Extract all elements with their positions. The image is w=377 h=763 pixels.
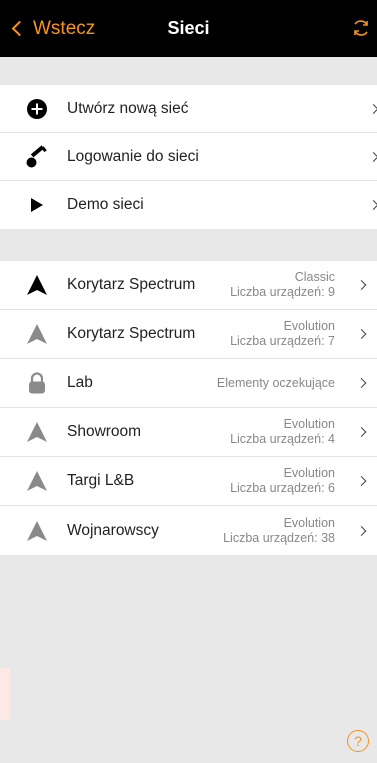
- network-device-count: Liczba urządzeń: 4: [230, 432, 335, 446]
- key-icon: [24, 144, 50, 170]
- chevron-right-icon: [356, 427, 367, 437]
- network-name: Targi L&B: [67, 472, 135, 489]
- network-info: Evolution Liczba urządzeń: 7: [230, 319, 335, 349]
- network-name: Lab: [67, 374, 93, 391]
- section-spacer: [0, 229, 377, 261]
- network-device-count: Liczba urządzeń: 9: [230, 285, 335, 299]
- network-row[interactable]: Showroom Evolution Liczba urządzeń: 4: [0, 408, 377, 457]
- create-network-row[interactable]: Utwórz nową sieć: [0, 85, 377, 133]
- network-type: Evolution: [283, 515, 335, 530]
- network-gray-icon: [24, 321, 50, 347]
- network-gray-icon: [24, 468, 50, 494]
- network-gray-icon: [24, 518, 50, 544]
- networks-list: Korytarz Spectrum Classic Liczba urządze…: [0, 261, 377, 555]
- network-type: Evolution: [283, 466, 335, 480]
- page-title: Sieci: [167, 18, 210, 38]
- login-network-row[interactable]: Logowanie do sieci: [0, 133, 377, 181]
- help-button[interactable]: ?: [347, 730, 369, 752]
- section-spacer: [0, 57, 377, 85]
- network-name: Korytarz Spectrum: [67, 325, 196, 342]
- network-name: Korytarz Spectrum: [67, 276, 196, 293]
- chevron-right-icon: [368, 200, 377, 210]
- chevron-right-icon: [368, 151, 377, 162]
- network-type: Evolution: [283, 319, 335, 333]
- decorative-edge: [0, 668, 10, 720]
- actions-list: Utwórz nową sieć Logowanie do sieci Demo…: [0, 85, 377, 229]
- network-row[interactable]: Lab Elementy oczekujące: [0, 359, 377, 408]
- network-info: Elementy oczekujące: [217, 376, 335, 391]
- network-black-icon: [24, 272, 50, 298]
- network-row[interactable]: Wojnarowscy Evolution Liczba urządzeń: 3…: [0, 506, 377, 555]
- demo-network-row[interactable]: Demo sieci: [0, 181, 377, 229]
- action-label: Demo sieci: [67, 196, 144, 213]
- network-info: Evolution Liczba urządzeń: 6: [230, 466, 335, 496]
- action-label: Utwórz nową sieć: [67, 99, 189, 117]
- navigation-bar: Wstecz Sieci: [0, 0, 377, 57]
- network-info: Evolution Liczba urządzeń: 4: [230, 417, 335, 447]
- network-type: Classic: [294, 270, 335, 284]
- network-type: Evolution: [283, 417, 335, 431]
- network-info: Evolution Liczba urządzeń: 38: [223, 516, 335, 546]
- network-device-count: Liczba urządzeń: 38: [223, 530, 335, 545]
- network-gray-icon: [24, 419, 50, 445]
- network-device-count: Liczba urządzeń: 6: [230, 481, 335, 495]
- chevron-right-icon: [356, 525, 367, 536]
- plus-circle-icon: [24, 96, 50, 122]
- network-device-count: Liczba urządzeń: 7: [230, 334, 335, 348]
- chevron-right-icon: [356, 280, 367, 290]
- network-info: Classic Liczba urządzeń: 9: [230, 270, 335, 300]
- network-name: Wojnarowscy: [67, 521, 159, 539]
- chevron-right-icon: [356, 329, 367, 339]
- lock-icon: [24, 370, 50, 396]
- play-icon: [24, 192, 50, 218]
- chevron-right-icon: [356, 378, 367, 388]
- network-name: Showroom: [67, 423, 142, 440]
- network-row[interactable]: Korytarz Spectrum Classic Liczba urządze…: [0, 261, 377, 310]
- chevron-right-icon: [368, 103, 377, 114]
- network-status: Elementy oczekujące: [216, 375, 335, 390]
- chevron-right-icon: [356, 476, 367, 486]
- network-row[interactable]: Targi L&B Evolution Liczba urządzeń: 6: [0, 457, 377, 506]
- network-row[interactable]: Korytarz Spectrum Evolution Liczba urząd…: [0, 310, 377, 359]
- action-label: Logowanie do sieci: [67, 147, 199, 165]
- refresh-icon[interactable]: [351, 18, 371, 38]
